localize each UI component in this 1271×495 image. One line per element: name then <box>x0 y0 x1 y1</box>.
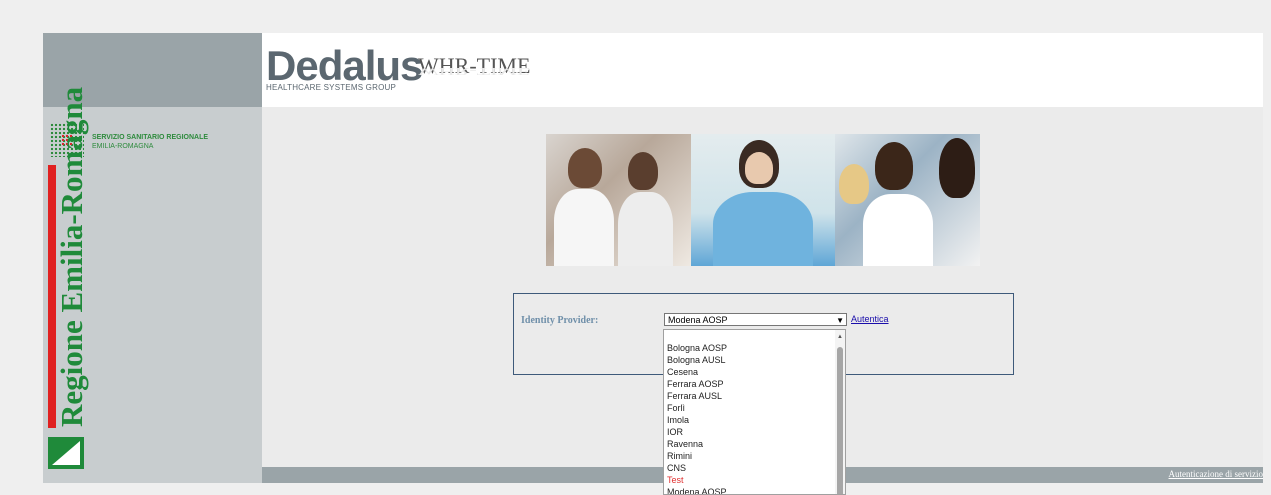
option-cesena[interactable]: Cesena <box>667 366 845 378</box>
region-name: Regione Emilia-Romagna <box>54 86 89 427</box>
photo-doctor-smiling <box>835 134 981 266</box>
regione-logo-icon <box>48 437 84 469</box>
select-value: Modena AOSP <box>668 315 728 325</box>
ssr-line2: EMILIA-ROMAGNA <box>92 143 154 150</box>
identity-provider-select[interactable]: Modena AOSP ▼ <box>664 313 847 326</box>
option-ravenna[interactable]: Ravenna <box>667 438 845 450</box>
service-auth-link[interactable]: Autenticazione di servizio <box>1169 469 1263 479</box>
option-forli[interactable]: Forlì <box>667 402 845 414</box>
header: Dedalus HEALTHCARE SYSTEMS GROUP WHR-TIM… <box>262 33 1263 107</box>
option-bologna-ausl[interactable]: Bologna AUSL <box>667 354 845 366</box>
photo-doctors-applauding <box>546 134 691 266</box>
chevron-down-icon: ▼ <box>836 316 844 325</box>
scroll-up-icon[interactable]: ▲ <box>837 334 843 340</box>
option-modena-aosp[interactable]: Modena AOSP <box>667 486 845 494</box>
option-imola[interactable]: Imola <box>667 414 845 426</box>
page-frame: SERVIZIO SANITARIO REGIONALE EMILIA-ROMA… <box>43 33 1263 483</box>
dropdown-scrollbar[interactable]: ▲ <box>835 330 845 494</box>
hero-photo <box>546 134 981 266</box>
sidebar: SERVIZIO SANITARIO REGIONALE EMILIA-ROMA… <box>43 87 262 483</box>
dropdown-list: Bologna AOSP Bologna AUSL Cesena Ferrara… <box>664 330 845 494</box>
option-ior[interactable]: IOR <box>667 426 845 438</box>
identity-provider-label: Identity Provider: <box>521 315 599 326</box>
option-cns[interactable]: CNS <box>667 462 845 474</box>
option-ferrara-aosp[interactable]: Ferrara AOSP <box>667 378 845 390</box>
identity-provider-dropdown[interactable]: Bologna AOSP Bologna AUSL Cesena Ferrara… <box>663 329 846 495</box>
app-title-reflection: WHR-TIME <box>418 65 531 79</box>
scroll-thumb[interactable] <box>837 347 843 494</box>
autentica-link[interactable]: Autentica <box>851 314 889 324</box>
option-ferrara-ausl[interactable]: Ferrara AUSL <box>667 390 845 402</box>
photo-nurse <box>690 134 836 266</box>
ssr-line1: SERVIZIO SANITARIO REGIONALE <box>92 134 209 141</box>
option-bologna-aosp[interactable]: Bologna AOSP <box>667 342 845 354</box>
brand-logo: Dedalus <box>266 42 423 89</box>
option-test[interactable]: Test <box>667 474 845 486</box>
option-rimini[interactable]: Rimini <box>667 450 845 462</box>
ssr-text: SERVIZIO SANITARIO REGIONALE EMILIA-ROMA… <box>92 133 208 151</box>
brand-subtitle: HEALTHCARE SYSTEMS GROUP <box>266 83 397 92</box>
